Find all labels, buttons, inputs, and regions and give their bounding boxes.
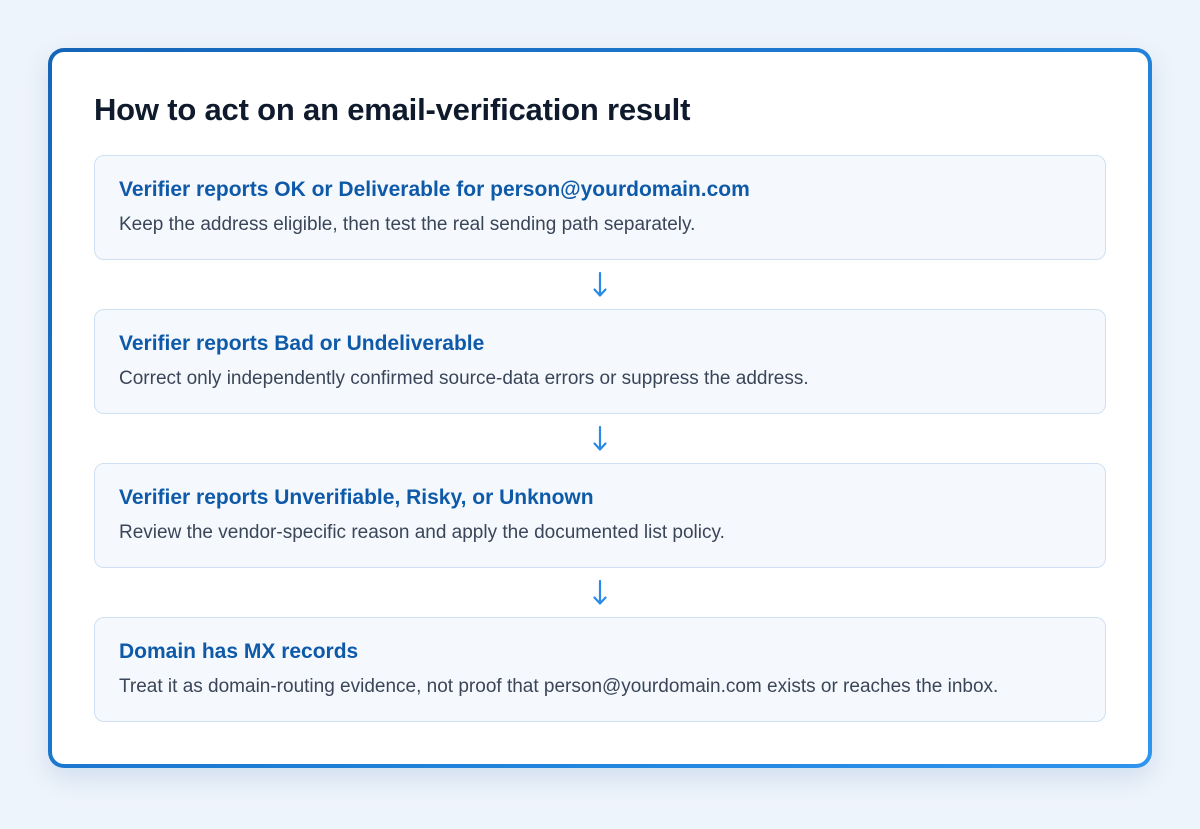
step-description: Keep the address eligible, then test the… [119, 214, 696, 235]
step-description: Treat it as domain-routing evidence, not… [119, 676, 999, 697]
step-heading: Verifier reports Unverifiable, Risky, or… [119, 486, 594, 509]
step-box-bad-undeliverable: Verifier reports Bad or Undeliverable Co… [94, 309, 1106, 414]
step-box-mx-records: Domain has MX records Treat it as domain… [94, 617, 1106, 722]
connector-arrow [94, 568, 1106, 617]
step-description: Review the vendor-specific reason and ap… [119, 522, 725, 543]
arrow-down-icon [593, 579, 607, 605]
step-heading: Verifier reports OK or Deliverable for p… [119, 178, 750, 201]
page-title: How to act on an email-verification resu… [94, 92, 691, 127]
step-heading: Domain has MX records [119, 640, 359, 663]
arrow-down-icon [593, 271, 607, 297]
step-heading: Verifier reports Bad or Undeliverable [119, 332, 485, 355]
step-box-unverifiable-risky-unknown: Verifier reports Unverifiable, Risky, or… [94, 463, 1106, 568]
connector-arrow [94, 260, 1106, 309]
arrow-down-icon [593, 425, 607, 451]
connector-arrow [94, 414, 1106, 463]
flowchart-card: How to act on an email-verification resu… [48, 48, 1152, 768]
flow-steps: Verifier reports OK or Deliverable for p… [94, 155, 1106, 722]
step-description: Correct only independently confirmed sou… [119, 368, 809, 389]
step-box-ok-deliverable: Verifier reports OK or Deliverable for p… [94, 155, 1106, 260]
